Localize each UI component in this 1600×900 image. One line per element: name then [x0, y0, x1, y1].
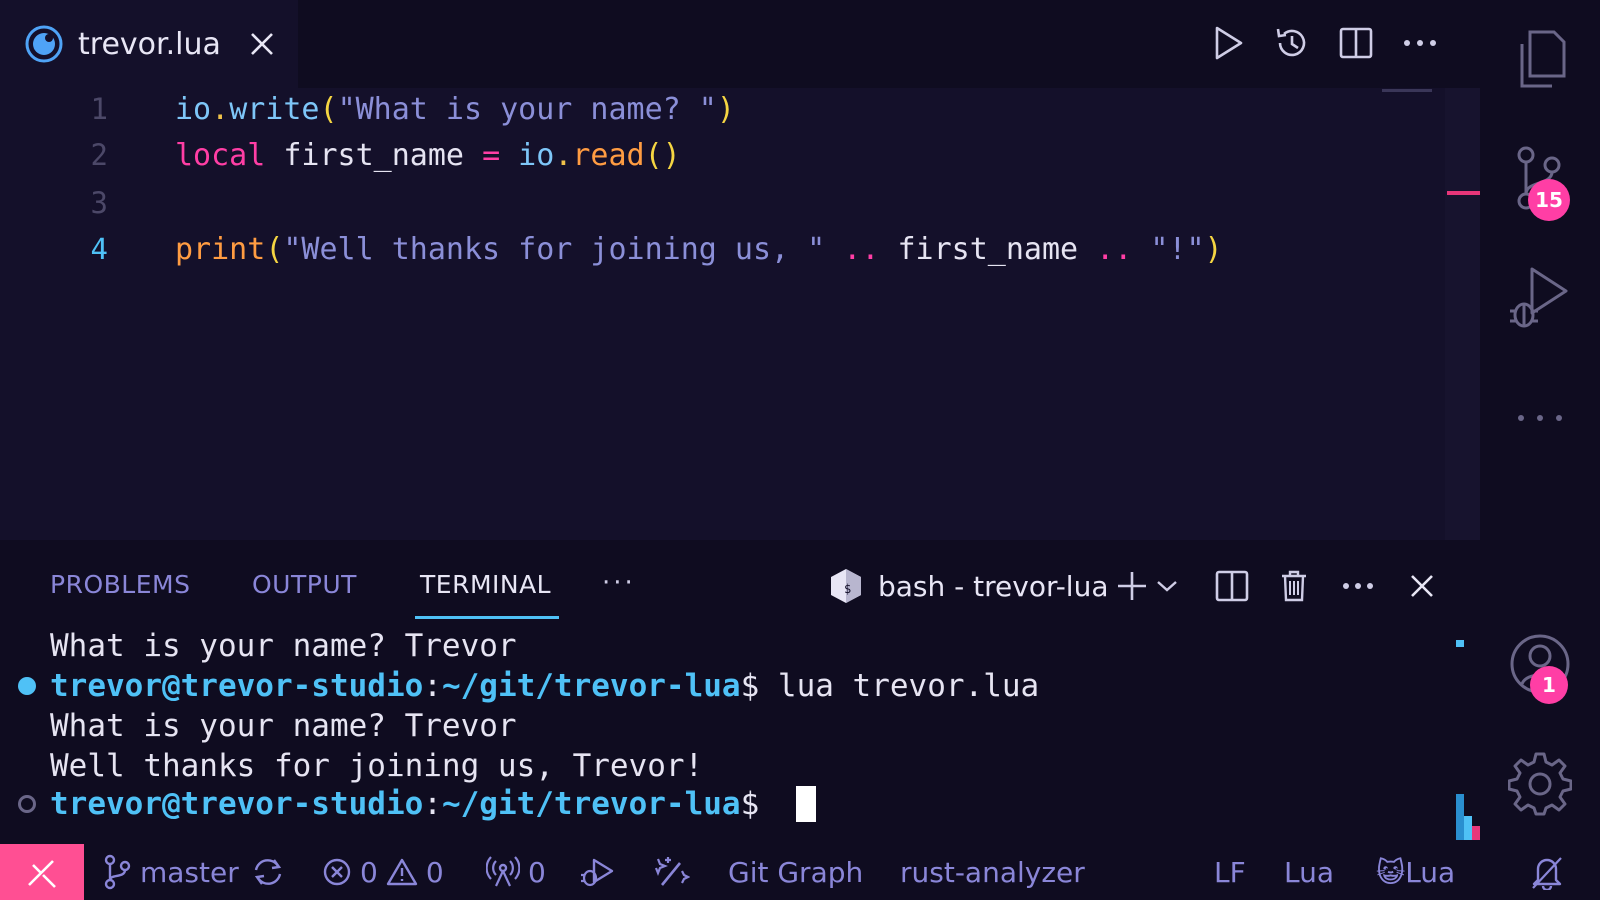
- debug-launch-icon[interactable]: [580, 844, 614, 900]
- new-terminal-icon[interactable]: [1112, 566, 1152, 606]
- terminal-scroll-marker: [1456, 640, 1464, 647]
- remote-icon: [28, 860, 56, 888]
- rust-analyzer-status[interactable]: rust-analyzer: [900, 844, 1085, 900]
- sync-icon[interactable]: [250, 844, 286, 900]
- terminal-shell-selector[interactable]: $ bash - trevor-lua: [828, 567, 1108, 605]
- panel-tabs: PROBLEMS OUTPUT TERMINAL ··· $ bash - tr…: [0, 540, 1480, 626]
- more-views-icon[interactable]: [1502, 380, 1578, 456]
- terminal-prompt-line: trevor@trevor-studio: ~/git/trevor-lua $ l…: [50, 668, 1040, 704]
- status-bar: master 0 0 0 Git Graph rust-analyzer LF …: [0, 844, 1600, 900]
- more-actions-icon[interactable]: [1400, 22, 1440, 64]
- terminal-line: What is your name? Trevor: [50, 708, 517, 744]
- minimap-change-marker: [1447, 191, 1480, 195]
- terminal-prompt-line: trevor@trevor-studio: ~/git/trevor-lua $: [50, 784, 816, 824]
- warning-count: 0: [425, 855, 444, 889]
- magic-wand-icon[interactable]: [654, 844, 690, 900]
- minimap[interactable]: [1445, 88, 1480, 540]
- command-pending-decoration[interactable]: [18, 795, 36, 813]
- explorer-icon[interactable]: [1502, 22, 1578, 98]
- notifications-bell-icon[interactable]: [1530, 844, 1564, 900]
- line-number: 4: [90, 232, 108, 266]
- run-debug-icon[interactable]: [1502, 260, 1578, 336]
- split-terminal-icon[interactable]: [1212, 566, 1252, 606]
- run-icon[interactable]: [1208, 22, 1248, 64]
- line-number: 2: [90, 138, 108, 172]
- git-graph-button[interactable]: Git Graph: [728, 844, 863, 900]
- branch-status[interactable]: master: [102, 844, 239, 900]
- close-tab-icon[interactable]: [247, 29, 277, 59]
- active-tab-indicator: [415, 616, 559, 619]
- split-editor-icon[interactable]: [1336, 22, 1376, 64]
- editor-actions: [1208, 22, 1440, 64]
- ports-count: 0: [528, 855, 546, 889]
- tab-output[interactable]: OUTPUT: [252, 570, 357, 599]
- broadcast-icon: [486, 856, 520, 887]
- warning-icon: [386, 858, 418, 886]
- line-number: 3: [90, 186, 108, 220]
- terminal-line: What is your name? Trevor: [50, 628, 517, 664]
- tab-title: trevor.lua: [78, 26, 221, 62]
- panel-more-tabs[interactable]: ···: [602, 568, 636, 598]
- terminal-output[interactable]: What is your name? Trevor trevor@trevor-…: [0, 626, 1440, 844]
- problems-status[interactable]: 0 0: [322, 844, 444, 900]
- code-line[interactable]: 2 local first_name = io.read(): [0, 132, 1445, 178]
- ports-status[interactable]: 0: [486, 844, 546, 900]
- code-text: print("Well thanks for joining us, " .. …: [175, 231, 1223, 267]
- source-control-badge: 15: [1528, 179, 1570, 221]
- code-text: local first_name = io.read(): [175, 137, 681, 173]
- terminal-cursor: [795, 786, 816, 822]
- error-count: 0: [360, 855, 378, 889]
- bash-terminal-icon: $: [831, 569, 861, 603]
- code-text: io.write("What is your name? "): [175, 91, 735, 127]
- tab-terminal[interactable]: TERMINAL: [420, 570, 551, 599]
- code-line[interactable]: 3: [0, 180, 1445, 226]
- terminal-line: Well thanks for joining us, Trevor!: [50, 748, 704, 784]
- code-line[interactable]: 4 print("Well thanks for joining us, " .…: [0, 226, 1445, 272]
- tab-problems[interactable]: PROBLEMS: [50, 570, 190, 599]
- terminal-scrollbar[interactable]: [1456, 794, 1480, 840]
- gear-icon[interactable]: [1502, 746, 1578, 822]
- tab-trevor-lua[interactable]: trevor.lua: [0, 0, 298, 88]
- chevron-down-icon[interactable]: [1154, 566, 1180, 606]
- language-mode-selector[interactable]: Lua: [1284, 844, 1334, 900]
- trash-icon[interactable]: [1274, 566, 1314, 606]
- lua-file-icon: [25, 25, 63, 63]
- accounts-badge: 1: [1530, 666, 1568, 704]
- timeline-history-icon[interactable]: [1272, 22, 1312, 64]
- editor-tab-bar: trevor.lua: [0, 0, 1480, 88]
- close-panel-icon[interactable]: [1402, 566, 1442, 606]
- remote-indicator[interactable]: [0, 844, 84, 900]
- branch-name: master: [140, 855, 239, 889]
- end-of-line-selector[interactable]: LF: [1214, 844, 1246, 900]
- svg-text:$: $: [844, 582, 851, 596]
- line-number: 1: [90, 92, 108, 126]
- command-success-decoration[interactable]: [18, 677, 36, 695]
- terminal-shell-name: bash - trevor-lua: [878, 569, 1109, 603]
- git-branch-icon: [104, 854, 131, 890]
- activity-bar: 15 1: [1480, 0, 1600, 844]
- bottom-panel: PROBLEMS OUTPUT TERMINAL ··· $ bash - tr…: [0, 540, 1480, 844]
- more-panel-actions-icon[interactable]: [1338, 566, 1378, 606]
- code-line[interactable]: 1 io.write("What is your name? "): [0, 86, 1445, 132]
- error-icon: [323, 858, 351, 886]
- lua-extension-status[interactable]: 😺Lua: [1376, 844, 1455, 900]
